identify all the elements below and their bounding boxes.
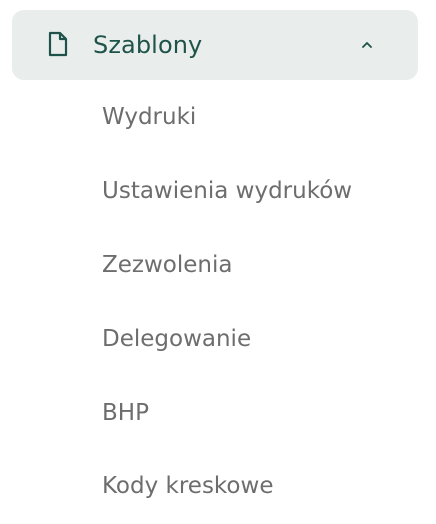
submenu-item-ustawienia-wydrukow[interactable]: Ustawienia wydruków [102,171,352,211]
section-header-szablony[interactable]: Szablony [12,10,418,80]
section-header-label: Szablony [93,31,203,59]
submenu-item-wydruki[interactable]: Wydruki [102,97,196,137]
document-icon [48,31,68,57]
submenu-item-zezwolenia[interactable]: Zezwolenia [102,245,232,285]
sidebar-section-szablony: Szablony Wydruki Ustawienia wydruków Zez… [0,0,436,524]
submenu-item-bhp[interactable]: BHP [102,393,149,433]
submenu-item-delegowanie[interactable]: Delegowanie [102,319,251,359]
submenu-item-kody-kreskowe[interactable]: Kody kreskowe [102,466,273,506]
chevron-up-icon[interactable] [358,36,376,54]
